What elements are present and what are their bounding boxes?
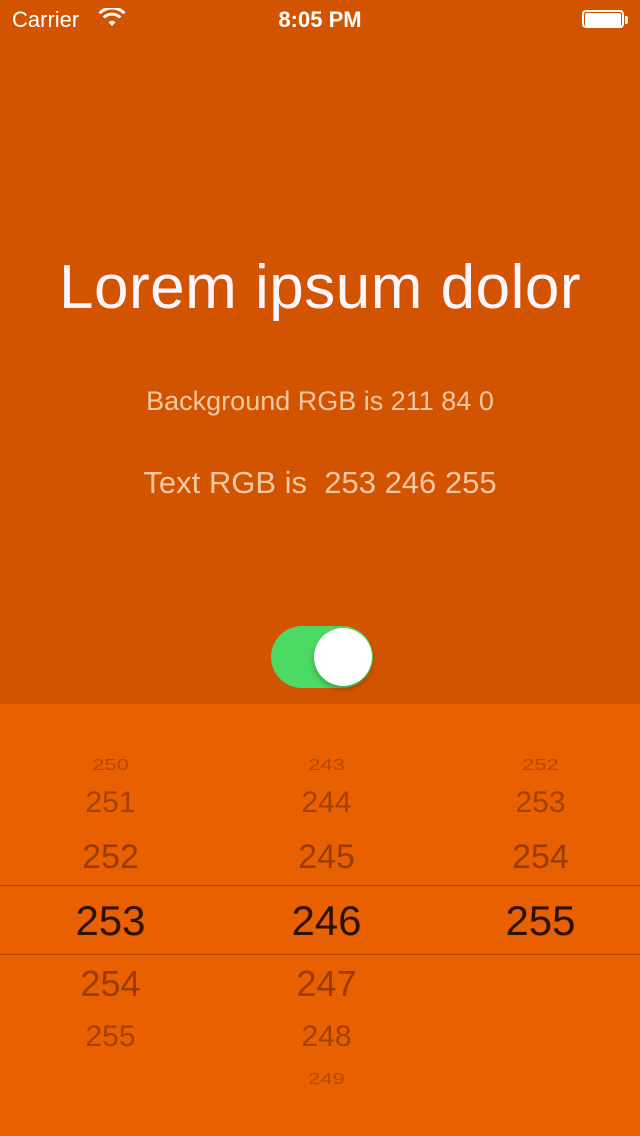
picker-column-green[interactable]: 243 244 245 246 247 248 249 (220, 704, 433, 1136)
battery-icon (582, 10, 628, 30)
rgb-picker[interactable]: 250 251 252 253 254 255 243 244 245 246 … (0, 704, 640, 1136)
picker-item[interactable]: 253 (434, 788, 640, 818)
picker-item[interactable]: 252 (4, 840, 217, 874)
status-bar: Carrier 8:05 PM (0, 0, 640, 40)
picker-item[interactable]: 249 (220, 1071, 433, 1087)
toggle-knob[interactable] (314, 628, 372, 686)
picker-item[interactable]: 255 (4, 1022, 217, 1052)
picker-item[interactable]: 250 (4, 757, 217, 773)
picker-item[interactable]: 248 (220, 1022, 433, 1052)
picker-item[interactable]: 243 (220, 757, 433, 773)
picker-item-selected[interactable]: 255 (434, 900, 640, 942)
text-rgb-label: Text RGB is 253 246 255 (143, 465, 497, 500)
picker-item[interactable]: 245 (220, 840, 433, 874)
picker-item[interactable]: 247 (220, 966, 433, 1002)
picker-item[interactable]: 251 (4, 788, 217, 818)
picker-column-red[interactable]: 250 251 252 253 254 255 (4, 704, 217, 1136)
picker-item-selected[interactable]: 246 (220, 900, 433, 942)
picker-item[interactable]: 254 (434, 840, 640, 874)
picker-item[interactable]: 252 (434, 757, 640, 773)
clock: 8:05 PM (278, 7, 362, 32)
picker-item[interactable]: 254 (4, 966, 217, 1002)
picker-column-blue[interactable]: 252 253 254 255 (434, 704, 640, 1136)
picker-item-selected[interactable]: 253 (4, 900, 217, 942)
background-rgb-label: Background RGB is 211 84 0 (146, 386, 494, 416)
headline: Lorem ipsum dolor (59, 253, 581, 322)
toggle-switch[interactable] (271, 626, 373, 688)
picker-item[interactable]: 244 (220, 788, 433, 818)
